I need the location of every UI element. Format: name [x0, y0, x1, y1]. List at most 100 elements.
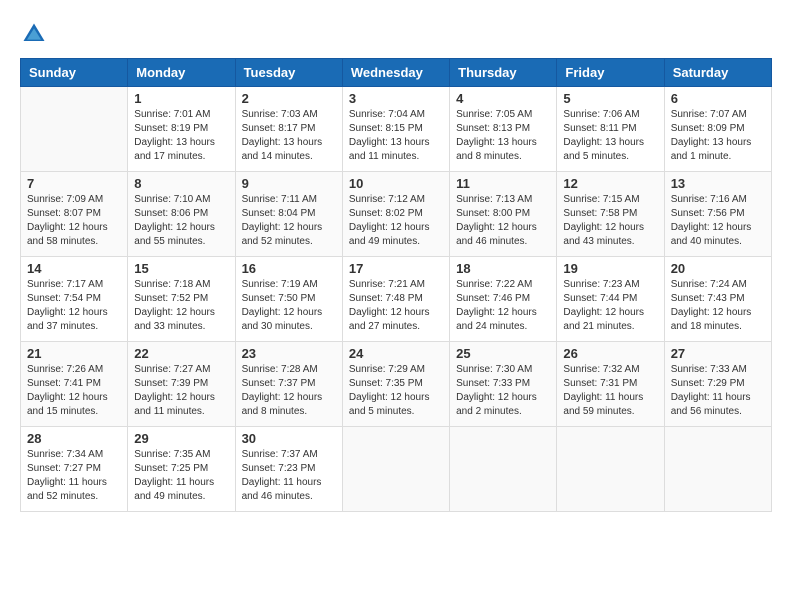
day-number: 15: [134, 261, 228, 276]
day-number: 1: [134, 91, 228, 106]
calendar-cell: 17 Sunrise: 7:21 AM Sunset: 7:48 PM Dayli…: [342, 257, 449, 342]
weekday-header-row: SundayMondayTuesdayWednesdayThursdayFrid…: [21, 59, 772, 87]
calendar-cell: 14 Sunrise: 7:17 AM Sunset: 7:54 PM Dayli…: [21, 257, 128, 342]
calendar-cell: 18 Sunrise: 7:22 AM Sunset: 7:46 PM Dayli…: [450, 257, 557, 342]
day-number: 18: [456, 261, 550, 276]
cell-info: Sunrise: 7:21 AM Sunset: 7:48 PM Dayligh…: [349, 278, 443, 334]
calendar-cell: 21 Sunrise: 7:26 AM Sunset: 7:41 PM Dayli…: [21, 342, 128, 427]
cell-info: Sunrise: 7:22 AM Sunset: 7:46 PM Dayligh…: [456, 278, 550, 334]
calendar-cell: 9Sunrise: 7:11 AM Sunset: 8:04 PM Daylig…: [235, 172, 342, 257]
calendar-cell: 28Sunrise: 7:34 AM Sunset: 7:27 PM Dayli…: [21, 427, 128, 512]
calendar-cell: [450, 427, 557, 512]
day-number: 16: [242, 261, 336, 276]
calendar-cell: [664, 427, 771, 512]
day-number: 2: [242, 91, 336, 106]
cell-info: Sunrise: 7:35 AM Sunset: 7:25 PM Dayligh…: [134, 448, 228, 504]
day-number: 4: [456, 91, 550, 106]
calendar-cell: 27 Sunrise: 7:33 AM Sunset: 7:29 PM Dayli…: [664, 342, 771, 427]
day-number: 12: [563, 176, 657, 191]
cell-info: Sunrise: 7:32 AM Sunset: 7:31 PM Dayligh…: [563, 363, 657, 419]
cell-info: Sunrise: 7:01 AM Sunset: 8:19 PM Dayligh…: [134, 108, 228, 164]
calendar-cell: 25Sunrise: 7:30 AM Sunset: 7:33 PM Dayli…: [450, 342, 557, 427]
day-number: 17: [349, 261, 443, 276]
day-number: 11: [456, 176, 550, 191]
calendar-cell: 26 Sunrise: 7:32 AM Sunset: 7:31 PM Dayli…: [557, 342, 664, 427]
calendar-body: 1 Sunrise: 7:01 AM Sunset: 8:19 PM Daylig…: [21, 87, 772, 512]
day-number: 21: [27, 346, 121, 361]
day-number: 30: [242, 431, 336, 446]
calendar-cell: 2 Sunrise: 7:03 AM Sunset: 8:17 PM Daylig…: [235, 87, 342, 172]
day-number: 27: [671, 346, 765, 361]
day-number: 20: [671, 261, 765, 276]
cell-info: Sunrise: 7:04 AM Sunset: 8:15 PM Dayligh…: [349, 108, 443, 164]
cell-info: Sunrise: 7:09 AM Sunset: 8:07 PM Dayligh…: [27, 193, 121, 249]
weekday-thursday: Thursday: [450, 59, 557, 87]
cell-info: Sunrise: 7:05 AM Sunset: 8:13 PM Dayligh…: [456, 108, 550, 164]
calendar-cell: 15 Sunrise: 7:18 AM Sunset: 7:52 PM Dayli…: [128, 257, 235, 342]
calendar-cell: 19 Sunrise: 7:23 AM Sunset: 7:44 PM Dayli…: [557, 257, 664, 342]
calendar-cell: 16 Sunrise: 7:19 AM Sunset: 7:50 PM Dayli…: [235, 257, 342, 342]
day-number: 24: [349, 346, 443, 361]
calendar-cell: 20 Sunrise: 7:24 AM Sunset: 7:43 PM Dayli…: [664, 257, 771, 342]
weekday-tuesday: Tuesday: [235, 59, 342, 87]
cell-info: Sunrise: 7:11 AM Sunset: 8:04 PM Dayligh…: [242, 193, 336, 249]
cell-info: Sunrise: 7:23 AM Sunset: 7:44 PM Dayligh…: [563, 278, 657, 334]
cell-info: Sunrise: 7:18 AM Sunset: 7:52 PM Dayligh…: [134, 278, 228, 334]
cell-info: Sunrise: 7:26 AM Sunset: 7:41 PM Dayligh…: [27, 363, 121, 419]
calendar-cell: 8 Sunrise: 7:10 AM Sunset: 8:06 PM Daylig…: [128, 172, 235, 257]
calendar-cell: 1 Sunrise: 7:01 AM Sunset: 8:19 PM Daylig…: [128, 87, 235, 172]
cell-info: Sunrise: 7:29 AM Sunset: 7:35 PM Dayligh…: [349, 363, 443, 419]
calendar-cell: 10Sunrise: 7:12 AM Sunset: 8:02 PM Dayli…: [342, 172, 449, 257]
page-header: [20, 20, 772, 48]
cell-info: Sunrise: 7:03 AM Sunset: 8:17 PM Dayligh…: [242, 108, 336, 164]
day-number: 5: [563, 91, 657, 106]
cell-info: Sunrise: 7:16 AM Sunset: 7:56 PM Dayligh…: [671, 193, 765, 249]
weekday-wednesday: Wednesday: [342, 59, 449, 87]
weekday-monday: Monday: [128, 59, 235, 87]
day-number: 13: [671, 176, 765, 191]
cell-info: Sunrise: 7:24 AM Sunset: 7:43 PM Dayligh…: [671, 278, 765, 334]
calendar-cell: [342, 427, 449, 512]
calendar-cell: 29 Sunrise: 7:35 AM Sunset: 7:25 PM Dayli…: [128, 427, 235, 512]
cell-info: Sunrise: 7:06 AM Sunset: 8:11 PM Dayligh…: [563, 108, 657, 164]
cell-info: Sunrise: 7:27 AM Sunset: 7:39 PM Dayligh…: [134, 363, 228, 419]
week-row-5: 28Sunrise: 7:34 AM Sunset: 7:27 PM Dayli…: [21, 427, 772, 512]
cell-info: Sunrise: 7:37 AM Sunset: 7:23 PM Dayligh…: [242, 448, 336, 504]
week-row-3: 14 Sunrise: 7:17 AM Sunset: 7:54 PM Dayli…: [21, 257, 772, 342]
cell-info: Sunrise: 7:17 AM Sunset: 7:54 PM Dayligh…: [27, 278, 121, 334]
day-number: 7: [27, 176, 121, 191]
week-row-2: 7 Sunrise: 7:09 AM Sunset: 8:07 PM Daylig…: [21, 172, 772, 257]
calendar-cell: 23 Sunrise: 7:28 AM Sunset: 7:37 PM Dayli…: [235, 342, 342, 427]
cell-info: Sunrise: 7:28 AM Sunset: 7:37 PM Dayligh…: [242, 363, 336, 419]
day-number: 25: [456, 346, 550, 361]
weekday-saturday: Saturday: [664, 59, 771, 87]
cell-info: Sunrise: 7:10 AM Sunset: 8:06 PM Dayligh…: [134, 193, 228, 249]
weekday-sunday: Sunday: [21, 59, 128, 87]
calendar-cell: 3 Sunrise: 7:04 AM Sunset: 8:15 PM Daylig…: [342, 87, 449, 172]
day-number: 29: [134, 431, 228, 446]
calendar: SundayMondayTuesdayWednesdayThursdayFrid…: [20, 58, 772, 512]
day-number: 26: [563, 346, 657, 361]
cell-info: Sunrise: 7:33 AM Sunset: 7:29 PM Dayligh…: [671, 363, 765, 419]
day-number: 6: [671, 91, 765, 106]
day-number: 22: [134, 346, 228, 361]
day-number: 19: [563, 261, 657, 276]
day-number: 14: [27, 261, 121, 276]
calendar-cell: 11Sunrise: 7:13 AM Sunset: 8:00 PM Dayli…: [450, 172, 557, 257]
day-number: 23: [242, 346, 336, 361]
week-row-4: 21 Sunrise: 7:26 AM Sunset: 7:41 PM Dayli…: [21, 342, 772, 427]
calendar-header: SundayMondayTuesdayWednesdayThursdayFrid…: [21, 59, 772, 87]
cell-info: Sunrise: 7:34 AM Sunset: 7:27 PM Dayligh…: [27, 448, 121, 504]
cell-info: Sunrise: 7:12 AM Sunset: 8:02 PM Dayligh…: [349, 193, 443, 249]
calendar-cell: 6Sunrise: 7:07 AM Sunset: 8:09 PM Daylig…: [664, 87, 771, 172]
week-row-1: 1 Sunrise: 7:01 AM Sunset: 8:19 PM Daylig…: [21, 87, 772, 172]
calendar-cell: [21, 87, 128, 172]
calendar-cell: 13 Sunrise: 7:16 AM Sunset: 7:56 PM Dayli…: [664, 172, 771, 257]
logo: [20, 20, 52, 48]
calendar-cell: 7 Sunrise: 7:09 AM Sunset: 8:07 PM Daylig…: [21, 172, 128, 257]
day-number: 3: [349, 91, 443, 106]
day-number: 8: [134, 176, 228, 191]
cell-info: Sunrise: 7:19 AM Sunset: 7:50 PM Dayligh…: [242, 278, 336, 334]
calendar-cell: 24 Sunrise: 7:29 AM Sunset: 7:35 PM Dayli…: [342, 342, 449, 427]
calendar-cell: 12Sunrise: 7:15 AM Sunset: 7:58 PM Dayli…: [557, 172, 664, 257]
